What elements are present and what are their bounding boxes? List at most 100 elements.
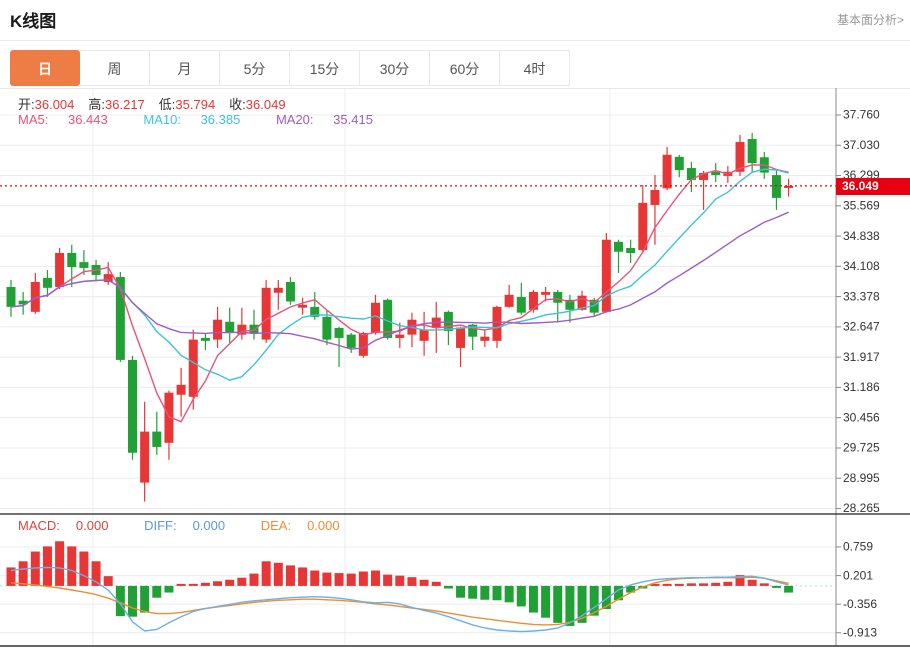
macd-hist-bar	[225, 579, 235, 586]
candle-body	[601, 239, 611, 312]
macd-hist-bar	[492, 585, 502, 601]
fundamental-analysis-link[interactable]: 基本面分析>	[837, 11, 904, 28]
macd-hist-bar	[298, 567, 308, 586]
macd-axis-label: -0.913	[843, 625, 877, 639]
price-axis-label: 32.647	[843, 320, 880, 334]
macd-hist-bar	[79, 551, 89, 586]
macd-hist-bar	[699, 583, 709, 586]
kline-chart-svg[interactable]: 37.760 37.030 36.299 35.569 34.838 34.108 33.3…	[0, 88, 910, 649]
candle-body	[249, 324, 259, 333]
candle-body	[553, 291, 563, 303]
tab-60分[interactable]: 60分	[430, 50, 500, 86]
candle-body	[285, 282, 295, 302]
candle-body	[395, 334, 405, 338]
candle-body	[128, 359, 137, 453]
candle-body	[674, 156, 684, 171]
price-axis-label: 37.030	[843, 138, 880, 152]
price-axis-label: 36.299	[843, 168, 880, 182]
tab-月[interactable]: 月	[150, 50, 220, 86]
candle-body	[140, 431, 150, 483]
macd-hist-bar	[213, 581, 223, 586]
price-axis-label: 34.838	[843, 229, 880, 243]
candle-body	[358, 332, 368, 356]
macd-hist-bar	[273, 562, 283, 586]
candle-body	[650, 190, 660, 205]
candle-body	[711, 171, 721, 176]
macd-hist-bar	[346, 573, 356, 586]
candle-body	[273, 287, 283, 293]
macd-hist-bar	[285, 565, 295, 586]
macd-hist-bar	[601, 585, 611, 609]
macd-hist-bar	[711, 582, 721, 586]
macd-hist-bar	[504, 585, 514, 603]
candle-body	[213, 319, 223, 340]
tab-周[interactable]: 周	[80, 50, 150, 86]
candle-body	[614, 241, 623, 252]
candle-body	[626, 248, 636, 253]
candle-body	[55, 252, 65, 287]
tab-5分[interactable]: 5分	[220, 50, 290, 86]
candle-body	[516, 296, 526, 313]
macd-hist-bar	[103, 576, 113, 586]
macd-hist-bar	[747, 579, 757, 586]
macd-hist-bar	[261, 561, 271, 586]
candle-body	[541, 291, 551, 295]
candle-body	[322, 316, 332, 340]
tab-日[interactable]: 日	[10, 50, 80, 86]
macd-hist-bar	[541, 585, 551, 618]
header-divider	[0, 40, 910, 41]
macd-hist-bar	[407, 577, 417, 586]
macd-hist-bar	[431, 581, 441, 586]
candle-body	[480, 336, 490, 341]
candle-body	[662, 154, 672, 189]
price-axis-label: 31.186	[843, 380, 880, 394]
macd-hist-bar	[249, 573, 259, 586]
macd-axis-label: 0.201	[843, 568, 873, 582]
candle-body	[188, 339, 198, 397]
macd-hist-bar	[176, 583, 186, 586]
macd-hist-bar	[674, 583, 684, 586]
candle-body	[334, 328, 344, 338]
macd-hist-bar	[18, 561, 28, 586]
candle-body	[6, 286, 16, 307]
candle-body	[176, 384, 186, 395]
price-axis-label: 28.995	[843, 471, 880, 485]
candle-body	[456, 327, 466, 348]
macd-hist-bar	[456, 585, 466, 598]
tab-4时[interactable]: 4时	[500, 50, 570, 86]
macd-axis-label: -0.356	[843, 597, 877, 611]
macd-hist-bar	[553, 585, 563, 623]
macd-hist-bar	[395, 575, 405, 586]
tab-15分[interactable]: 15分	[290, 50, 360, 86]
price-axis-label: 35.569	[843, 198, 880, 212]
macd-hist-bar	[334, 573, 344, 586]
macd-hist-bar	[164, 585, 174, 593]
candle-body	[419, 329, 429, 341]
candle-body	[504, 294, 514, 307]
price-axis-label: 37.760	[843, 108, 880, 122]
ma5-line	[10, 164, 789, 423]
macd-hist-bar	[358, 571, 368, 586]
candle-body	[42, 277, 52, 288]
macd-hist-bar	[55, 541, 65, 586]
tab-30分[interactable]: 30分	[360, 50, 430, 86]
candle-body	[200, 337, 210, 341]
macd-hist-bar	[67, 546, 77, 586]
chart-area[interactable]: 37.760 37.030 36.299 35.569 34.838 34.108 33.3…	[0, 88, 910, 649]
macd-axis-label: 0.759	[843, 540, 873, 554]
macd-hist-bar	[140, 585, 150, 613]
macd-hist-bar	[516, 585, 526, 607]
candle-body	[152, 431, 162, 447]
price-axis-label: 30.456	[843, 410, 880, 424]
candle-body	[67, 252, 77, 268]
price-axis-label: 31.917	[843, 350, 880, 364]
macd-hist-bar	[468, 585, 478, 599]
macd-hist-bar	[383, 574, 393, 586]
macd-hist-bar	[784, 585, 794, 593]
kline-page: K线图 基本面分析> 日周月 5分 15分 30分 60分 4时 37.760 37.030…	[0, 0, 910, 649]
macd-hist-bar	[759, 583, 769, 586]
candle-body	[225, 321, 235, 333]
macd-hist-bar	[686, 583, 696, 586]
macd-hist-bar	[443, 585, 453, 589]
candle-body	[747, 139, 757, 164]
